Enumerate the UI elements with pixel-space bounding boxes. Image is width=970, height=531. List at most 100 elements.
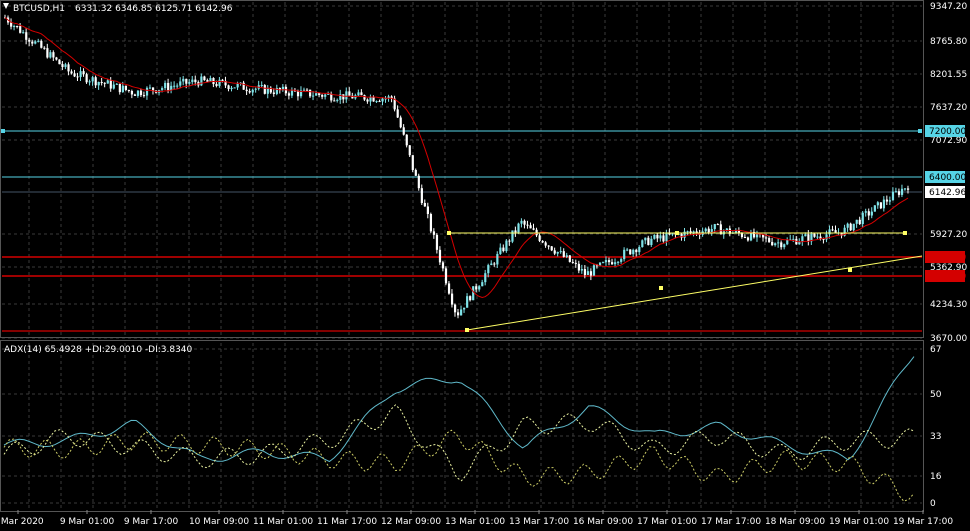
candle-body	[743, 237, 747, 239]
candle-body	[553, 250, 556, 254]
candle-body	[514, 230, 517, 233]
candle-body	[900, 188, 904, 195]
ohlc-values: 6331.32 6346.85 6125.71 6142.96	[75, 4, 233, 14]
candle-body	[109, 80, 112, 89]
trading-chart[interactable]: BTCUSD,H1 6331.32 6346.85 6125.71 6142.9…	[0, 0, 970, 531]
candle-body	[466, 296, 469, 308]
candle-body	[188, 82, 191, 84]
candle-body	[450, 293, 454, 305]
candle-body	[263, 85, 266, 94]
candle-body	[571, 261, 574, 263]
candle-body	[103, 82, 106, 84]
trendline-handle[interactable]	[848, 268, 852, 272]
candle-body	[547, 245, 550, 247]
candle-body	[526, 224, 529, 226]
price-tag-label: 4800.00	[929, 272, 966, 282]
candle-body	[230, 87, 233, 90]
candle-body	[411, 155, 414, 170]
price-tick-label: 5927.20	[930, 230, 967, 240]
candle-body	[396, 109, 399, 118]
candle-body	[306, 89, 309, 91]
candle-body	[417, 175, 420, 189]
line-handle[interactable]	[1, 129, 5, 133]
candle-body	[517, 223, 520, 233]
candle-body	[94, 77, 97, 86]
candle-body	[632, 249, 635, 255]
candle-body	[348, 91, 351, 96]
candle-body	[484, 273, 487, 283]
candle-body	[85, 74, 88, 83]
candle-body	[623, 249, 626, 260]
candle-body	[73, 73, 76, 77]
candle-body	[22, 32, 25, 34]
trendline-handle[interactable]	[447, 231, 451, 235]
candle-body	[221, 79, 224, 81]
candle-body	[414, 169, 417, 176]
candle-body	[611, 262, 614, 265]
time-tick-label: 19 Mar 17:00	[893, 517, 953, 527]
candle-body	[885, 199, 889, 202]
candle-body	[804, 234, 807, 237]
candle-body	[61, 64, 64, 68]
candle-body	[167, 82, 170, 91]
candle-body	[469, 296, 472, 301]
candle-body	[644, 237, 647, 241]
trendline-handle[interactable]	[659, 286, 663, 290]
price-tick-label: 8765.80	[930, 37, 967, 47]
time-tick-label: 17 Mar 17:00	[701, 517, 761, 527]
candle-body	[629, 249, 632, 255]
candle-body	[100, 81, 103, 83]
candle-body	[130, 90, 134, 95]
candle-body	[861, 212, 864, 225]
candle-body	[586, 271, 590, 275]
candle-body	[290, 89, 294, 96]
indicator-tick-label: 33	[930, 432, 941, 442]
candle-body	[650, 238, 653, 245]
candle-body	[342, 94, 345, 100]
indicator-header: ADX(14) 65.4928 +DI:29.0010 -DI:3.8340	[4, 345, 193, 355]
candle-body	[31, 41, 34, 44]
indicator-tick-label: 67	[930, 345, 941, 355]
candle-body	[121, 85, 124, 93]
candle-body	[302, 89, 306, 91]
candle-body	[894, 191, 898, 193]
time-tick-label: 6 Mar 2020	[0, 517, 44, 527]
candle-body	[402, 127, 405, 135]
candle-body	[363, 95, 366, 100]
time-tick-label: 17 Mar 01:00	[637, 517, 697, 527]
symbol-header: BTCUSD,H1 6331.32 6346.85 6125.71 6142.9…	[3, 3, 233, 14]
trendline-handle[interactable]	[675, 231, 679, 235]
time-tick-label: 9 Mar 01:00	[60, 517, 115, 527]
candle-body	[245, 89, 248, 92]
trendline-handle[interactable]	[903, 231, 907, 235]
line-handle[interactable]	[918, 129, 922, 133]
candle-body	[641, 240, 644, 248]
candle-body	[82, 71, 85, 75]
trendline-handle[interactable]	[465, 328, 469, 332]
candle-body	[236, 83, 239, 88]
candle-body	[481, 282, 484, 287]
time-tick-label: 19 Mar 01:00	[829, 517, 889, 527]
candle-body	[88, 81, 91, 83]
time-tick-label: 18 Mar 09:00	[765, 517, 825, 527]
candle-body	[538, 235, 541, 241]
candle-body	[161, 88, 164, 90]
candle-body	[16, 25, 19, 27]
candle-body	[502, 247, 505, 252]
candle-body	[248, 91, 251, 93]
price-tag-label: 5500.00	[929, 253, 966, 263]
candle-body	[91, 77, 94, 82]
candle-body	[656, 234, 659, 239]
candle-body	[420, 188, 423, 204]
candle-body	[792, 238, 795, 240]
price-tick-label: 9347.20	[930, 2, 967, 12]
candle-body	[608, 260, 611, 263]
candle-body	[133, 94, 137, 96]
candle-body	[487, 265, 490, 274]
candle-body	[873, 205, 876, 212]
candle-body	[127, 89, 131, 91]
candle-body	[686, 231, 689, 233]
candle-body	[333, 100, 336, 102]
candle-body	[589, 271, 593, 276]
candle-body	[260, 85, 263, 87]
